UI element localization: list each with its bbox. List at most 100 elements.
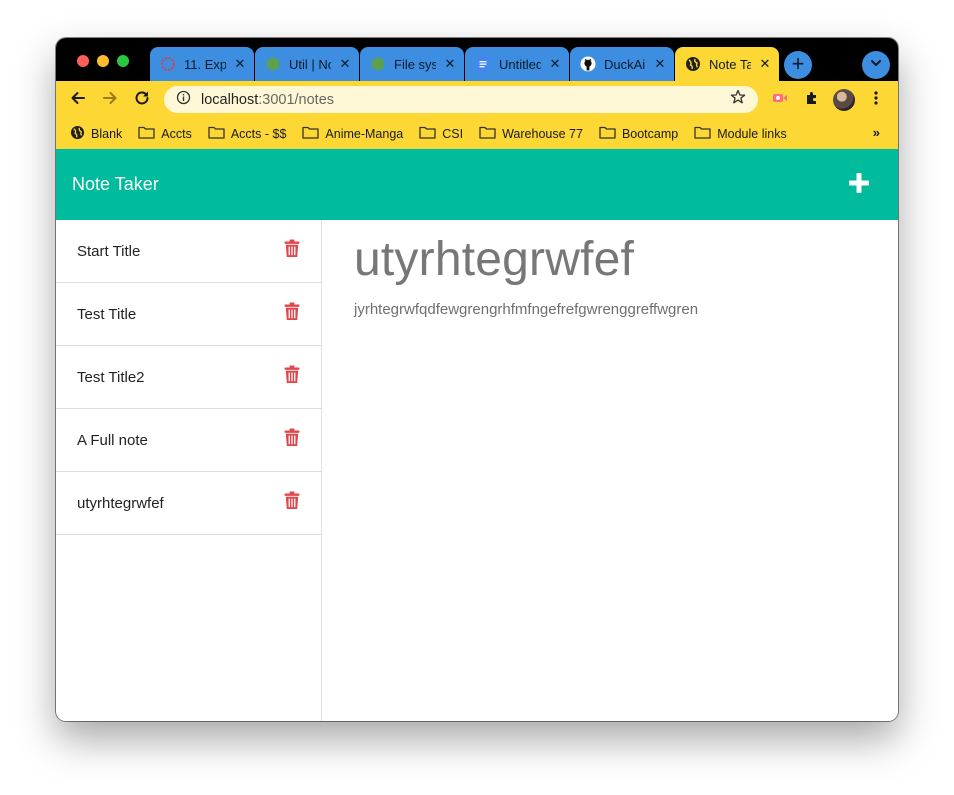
note-title: Test Title: [77, 306, 137, 323]
close-icon[interactable]: ✕: [759, 56, 771, 72]
menu-button[interactable]: [864, 88, 888, 112]
tab-title: Note Taker: [709, 56, 751, 72]
puzzle-icon: [804, 90, 820, 111]
new-note-button[interactable]: [846, 170, 872, 196]
globe-icon: [685, 56, 701, 72]
close-icon[interactable]: ✕: [339, 56, 351, 72]
reload-icon: [133, 89, 151, 112]
tab-title: Untitled: [499, 56, 541, 72]
extensions-button[interactable]: [800, 88, 824, 112]
avatar: [833, 89, 855, 111]
bookmark-folder-anime-manga[interactable]: Anime-Manga: [302, 125, 403, 142]
note-title: utyrhtegrwfef: [77, 495, 164, 512]
trash-icon[interactable]: [284, 365, 300, 384]
list-item[interactable]: Test Title2: [56, 346, 321, 409]
trash-icon[interactable]: [284, 302, 300, 321]
video-icon: [771, 89, 789, 112]
folder-icon: [694, 125, 711, 142]
tab-2[interactable]: Util | Node ✕: [255, 47, 359, 81]
nodejs-icon: [370, 56, 386, 72]
list-item[interactable]: Test Title: [56, 283, 321, 346]
note-textarea[interactable]: jyrhtegrwfqdfewgrengrhfmfngefrefgwrenggr…: [354, 301, 698, 318]
tab-title: DuckAi: [604, 56, 646, 72]
note-editor: utyrhtegrwfef jyrhtegrwfqdfewgrengrhfmfn…: [322, 220, 898, 721]
arrow-right-icon: [101, 89, 119, 112]
browser-toolbar: localhost:3001/notes: [56, 81, 898, 118]
star-icon[interactable]: [730, 89, 746, 110]
list-item[interactable]: Start Title: [56, 220, 321, 283]
close-icon[interactable]: ✕: [444, 56, 456, 72]
profile-button[interactable]: [832, 88, 856, 112]
more-vert-icon: [873, 90, 879, 111]
folder-icon: [208, 125, 225, 142]
tab-search-button[interactable]: [862, 51, 890, 79]
forward-button[interactable]: [98, 88, 122, 112]
folder-icon: [302, 125, 320, 142]
bookmark-label: CSI: [442, 126, 464, 141]
maximize-window-button[interactable]: [117, 55, 129, 67]
plus-icon: [849, 173, 869, 193]
bookmark-folder-csi[interactable]: CSI: [419, 125, 463, 142]
arrow-left-icon: [69, 89, 87, 112]
url-host: localhost: [201, 91, 259, 108]
globe-icon: [70, 125, 85, 143]
tab-title: 11. Exp: [184, 56, 226, 72]
tab-4[interactable]: Untitled ✕: [465, 47, 569, 81]
bookmark-label: Anime-Manga: [325, 126, 404, 141]
folder-icon: [419, 125, 436, 142]
new-tab-button[interactable]: +: [784, 51, 812, 79]
tab-active[interactable]: Note Taker ✕: [675, 47, 779, 81]
reload-button[interactable]: [130, 88, 154, 112]
close-icon[interactable]: ✕: [234, 56, 246, 72]
tab-3[interactable]: File sys ✕: [360, 47, 464, 81]
close-icon[interactable]: ✕: [549, 56, 561, 72]
tab-title: File sys: [394, 56, 436, 72]
bookmark-folder-accts[interactable]: Accts: [138, 125, 192, 142]
bookmark-folder-accts-money[interactable]: Accts - $$: [208, 125, 287, 142]
note-title: A Full note: [77, 432, 148, 449]
loading-ring-icon: [160, 56, 176, 72]
trash-icon[interactable]: [284, 239, 300, 258]
folder-icon: [479, 125, 496, 142]
url-text: localhost:3001/notes: [201, 92, 720, 108]
close-window-button[interactable]: [77, 55, 89, 67]
list-item[interactable]: utyrhtegrwfef: [56, 472, 321, 535]
nodejs-icon: [265, 56, 281, 72]
tab-5[interactable]: DuckAi ✕: [570, 47, 674, 81]
bookmark-folder-module-links[interactable]: Module links: [694, 125, 787, 142]
tab-title: Util | Node: [289, 56, 331, 72]
info-icon[interactable]: [176, 90, 191, 110]
extension-recorder-button[interactable]: [768, 88, 792, 112]
bookmark-label: Accts - $$: [230, 126, 287, 141]
url-path: :3001/notes: [258, 91, 335, 108]
app-brand[interactable]: Note Taker: [72, 174, 159, 195]
list-item[interactable]: A Full note: [56, 409, 321, 472]
bookmark-folder-warehouse[interactable]: Warehouse 77: [479, 125, 583, 142]
trash-icon[interactable]: [284, 491, 300, 510]
github-icon: [580, 56, 596, 72]
minimize-window-button[interactable]: [97, 55, 109, 67]
browser-window: 11. Exp ✕ Util | Node ✕ File sys ✕ Untit…: [56, 38, 898, 721]
folder-icon: [599, 125, 616, 142]
note-title-input[interactable]: utyrhtegrwfef: [354, 232, 634, 287]
bookmark-label: Warehouse 77: [502, 126, 583, 141]
bookmarks-overflow-button[interactable]: »: [873, 125, 880, 140]
note-title: Test Title2: [77, 369, 145, 386]
bookmark-folder-bootcamp[interactable]: Bootcamp: [599, 125, 678, 142]
bookmark-blank[interactable]: Blank: [70, 125, 122, 143]
bookmark-label: Module links: [717, 126, 787, 141]
note-title: Start Title: [77, 243, 141, 260]
address-bar[interactable]: localhost:3001/notes: [164, 86, 758, 113]
tab-1[interactable]: 11. Exp ✕: [150, 47, 254, 81]
bookmark-label: Accts: [161, 126, 192, 141]
back-button[interactable]: [66, 88, 90, 112]
app-navbar: Note Taker: [56, 149, 898, 220]
note-list: Start Title Test Title Test Title2 A Ful…: [56, 220, 322, 721]
close-icon[interactable]: ✕: [654, 56, 666, 72]
tab-strip: 11. Exp ✕ Util | Node ✕ File sys ✕ Untit…: [56, 38, 898, 81]
trash-icon[interactable]: [284, 428, 300, 447]
chevron-down-icon: [869, 56, 883, 75]
folder-icon: [138, 125, 155, 142]
docs-icon: [475, 56, 491, 72]
bookmark-label: Blank: [91, 126, 123, 141]
